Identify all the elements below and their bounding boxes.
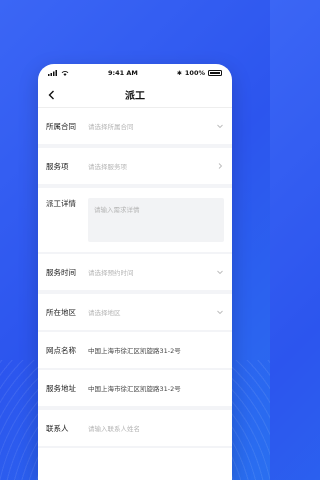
cellular-signal-icon <box>48 70 57 76</box>
contract-select[interactable]: 请选择所属合同 <box>88 121 216 131</box>
outlet-name-value: 中国上海市徐汇区凯旋路31-2号 <box>88 347 181 355</box>
details-row: 派工详情 请输入需求详情 <box>38 188 232 252</box>
service-time-select[interactable]: 请选择预约时间 <box>88 267 216 277</box>
contact-row[interactable]: 联系人 请输入联系人姓名 <box>38 410 232 446</box>
page-title: 派工 <box>125 91 145 102</box>
service-time-row[interactable]: 服务时间 请选择预约时间 <box>38 254 232 290</box>
outlet-name-row: 网点名称 中国上海市徐汇区凯旋路31-2号 <box>38 332 232 368</box>
service-address-label: 服务地址 <box>46 383 76 393</box>
chevron-down-icon <box>217 310 223 315</box>
outlet-name-label: 网点名称 <box>46 345 76 355</box>
region-label: 所在地区 <box>46 307 76 317</box>
battery-percent: 100% <box>184 69 205 77</box>
service-address-value: 中国上海市徐汇区凯旋路31-2号 <box>88 385 181 393</box>
chevron-down-icon <box>217 270 223 275</box>
contract-row[interactable]: 所属合同 请选择所属合同 <box>38 108 232 144</box>
service-item-select[interactable]: 请选择服务项 <box>88 161 216 171</box>
contract-label: 所属合同 <box>46 121 76 131</box>
details-label: 派工详情 <box>46 199 76 208</box>
service-item-row[interactable]: 服务项 请选择服务项 <box>38 148 232 184</box>
contact-label: 联系人 <box>46 423 69 433</box>
chevron-right-icon <box>218 163 223 169</box>
bluetooth-icon: ✱ <box>176 69 182 77</box>
phone-frame: 9:41 AM ✱ 100% 派工 所属合同 请选择所属合同 服务项 请选择服务… <box>38 64 232 480</box>
status-right: ✱ 100% <box>177 69 222 77</box>
status-bar: 9:41 AM ✱ 100% <box>38 64 232 82</box>
service-item-label: 服务项 <box>46 161 69 171</box>
nav-bar: 派工 <box>38 82 232 108</box>
details-textarea[interactable]: 请输入需求详情 <box>88 198 224 242</box>
dispatch-form: 所属合同 请选择所属合同 服务项 请选择服务项 派工详情 请输入需求详情 服务时… <box>38 108 232 480</box>
battery-icon <box>208 70 222 76</box>
status-left <box>48 70 69 76</box>
chevron-down-icon <box>217 124 223 129</box>
back-arrow-icon[interactable] <box>46 89 58 101</box>
wifi-icon <box>61 71 69 76</box>
region-row[interactable]: 所在地区 请选择地区 <box>38 294 232 330</box>
service-address-row: 服务地址 中国上海市徐汇区凯旋路31-2号 <box>38 370 232 406</box>
next-row-partial <box>38 448 232 480</box>
service-time-label: 服务时间 <box>46 267 76 277</box>
contact-input[interactable]: 请输入联系人姓名 <box>88 423 224 433</box>
status-time: 9:41 AM <box>107 69 138 77</box>
region-select[interactable]: 请选择地区 <box>88 307 216 317</box>
